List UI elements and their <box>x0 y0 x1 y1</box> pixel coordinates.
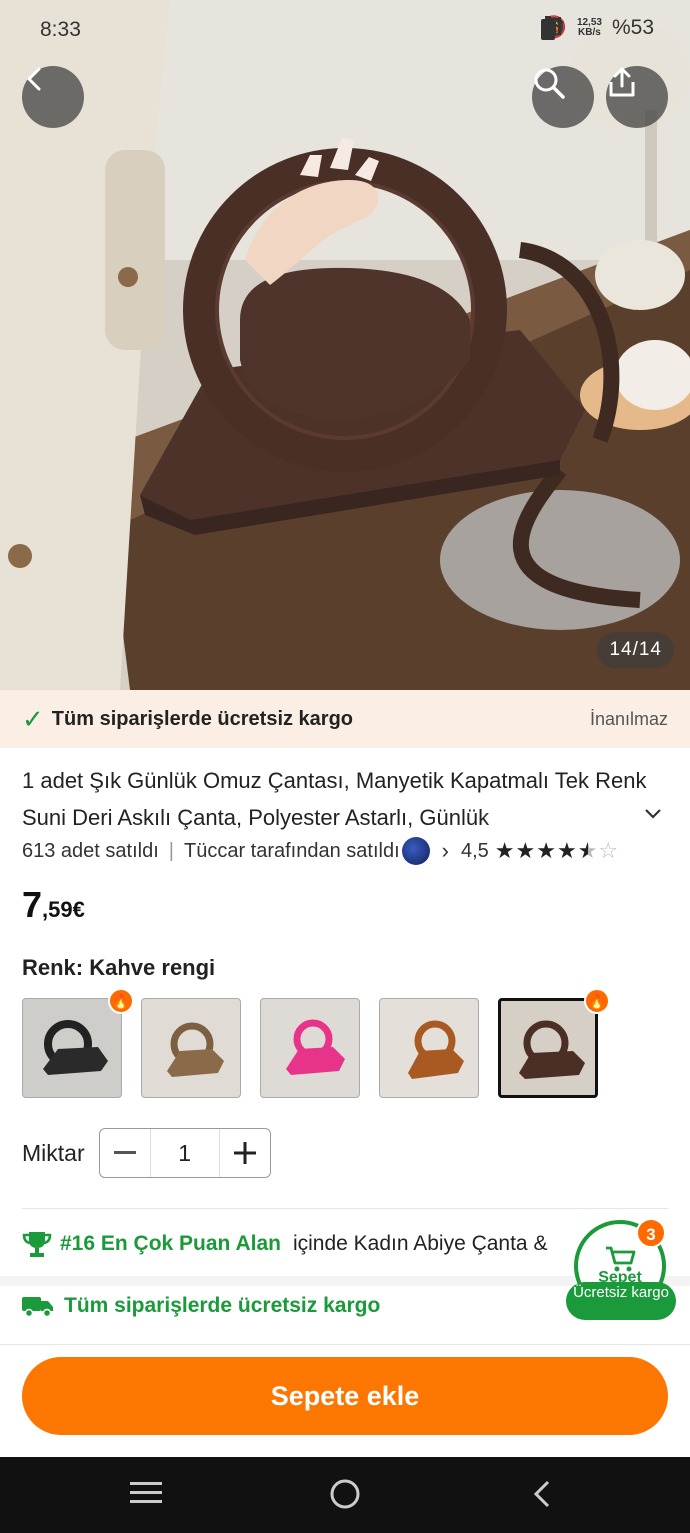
quantity-value[interactable]: 1 <box>149 1129 220 1177</box>
ranking-row[interactable]: #16 En Çok Puan Alan içinde Kadın Abiye … <box>22 1226 582 1262</box>
status-time: 8:33 <box>40 18 81 41</box>
add-to-cart-button[interactable]: Sepete ekle <box>22 1357 668 1435</box>
color-swatches: 🔥 🔥 <box>22 988 610 1098</box>
rating-value: 4,5 <box>460 839 489 862</box>
price-integer: 7 <box>22 884 43 925</box>
product-image-gallery[interactable]: 8:33 🔕 12,53 KB/s %53 <box>0 0 690 690</box>
quantity-stepper: 1 <box>98 1128 271 1178</box>
cart-free-shipping-pill: Ücretsiz kargo <box>566 1282 676 1320</box>
free-shipping-banner[interactable]: ✓ Tüm siparişlerde ücretsiz kargo İnanıl… <box>0 690 690 748</box>
shipping-row[interactable]: Tüm siparişlerde ücretsiz kargo <box>22 1294 380 1318</box>
chevron-left-icon <box>27 67 41 91</box>
home-button[interactable] <box>328 1477 362 1516</box>
product-price: 7,59€ <box>22 884 85 926</box>
increase-button[interactable] <box>220 1129 270 1177</box>
shipping-text: Tüm siparişlerde ücretsiz kargo <box>64 1294 381 1317</box>
seller-link[interactable]: Tüccar tarafından satıldı <box>184 840 400 863</box>
minus-icon <box>113 1151 136 1154</box>
image-counter: 14/14 <box>597 632 674 668</box>
hot-icon: 🔥 <box>108 988 134 1014</box>
chevron-right-icon[interactable]: › <box>442 838 449 864</box>
divider <box>22 1208 668 1209</box>
recent-apps-button[interactable] <box>130 1479 164 1512</box>
system-back-button[interactable] <box>530 1479 554 1514</box>
divider <box>0 1344 690 1345</box>
system-nav-bar <box>0 1457 690 1533</box>
net-speed-unit: KB/s <box>578 27 601 38</box>
search-icon <box>534 68 565 99</box>
check-icon: ✓ <box>22 703 44 734</box>
battery-percent: %53 <box>611 16 654 39</box>
quantity-row: Miktar 1 <box>22 1128 271 1178</box>
hot-icon: 🔥 <box>584 988 610 1014</box>
free-shipping-text: Tüm siparişlerde ücretsiz kargo <box>51 707 354 730</box>
ranking-category: içinde Kadın Abiye Çanta & <box>292 1232 548 1255</box>
swatch-black[interactable] <box>22 998 122 1098</box>
menu-icon <box>130 1482 162 1503</box>
sold-count: 613 adet satıldı <box>22 839 159 862</box>
quantity-label: Miktar <box>22 1139 85 1166</box>
plus-icon <box>233 1142 256 1164</box>
empty-star-icon: ☆ <box>598 838 620 863</box>
trophy-icon <box>22 1232 52 1257</box>
price-decimal: ,59€ <box>42 897 85 922</box>
rating-stars[interactable]: ★★★★★☆ <box>495 838 619 864</box>
net-speed: 12,53 KB/s <box>577 18 602 38</box>
swatch-khaki[interactable] <box>141 998 241 1098</box>
status-bar: 8:33 🔕 12,53 KB/s %53 <box>0 12 690 48</box>
banner-tag: İnanılmaz <box>589 708 668 729</box>
seller-badge-icon <box>401 837 430 865</box>
meta-separator: | <box>168 839 174 862</box>
color-label: Renk: Kahve rengi <box>22 955 216 980</box>
ranking-title: #16 En Çok Puan Alan <box>60 1232 281 1255</box>
home-circle-icon <box>330 1479 360 1509</box>
swatch-pink[interactable] <box>260 998 360 1098</box>
share-icon <box>609 67 635 97</box>
truck-icon <box>22 1297 53 1318</box>
chevron-down-icon[interactable] <box>644 800 662 826</box>
cart-count-badge: 3 <box>636 1218 666 1248</box>
share-button[interactable] <box>606 66 668 128</box>
decrease-button[interactable] <box>100 1129 150 1177</box>
half-star-icon: ★ <box>577 838 599 863</box>
swatch-coffee[interactable] <box>498 998 598 1098</box>
title-fade <box>480 800 620 836</box>
search-button[interactable] <box>532 66 594 128</box>
product-meta-row: 613 adet satıldı | Tüccar tarafından sat… <box>22 836 672 866</box>
chevron-left-icon <box>533 1480 550 1508</box>
swatch-brown[interactable] <box>379 998 479 1098</box>
back-button[interactable] <box>22 66 84 128</box>
battery-icon <box>540 16 555 40</box>
